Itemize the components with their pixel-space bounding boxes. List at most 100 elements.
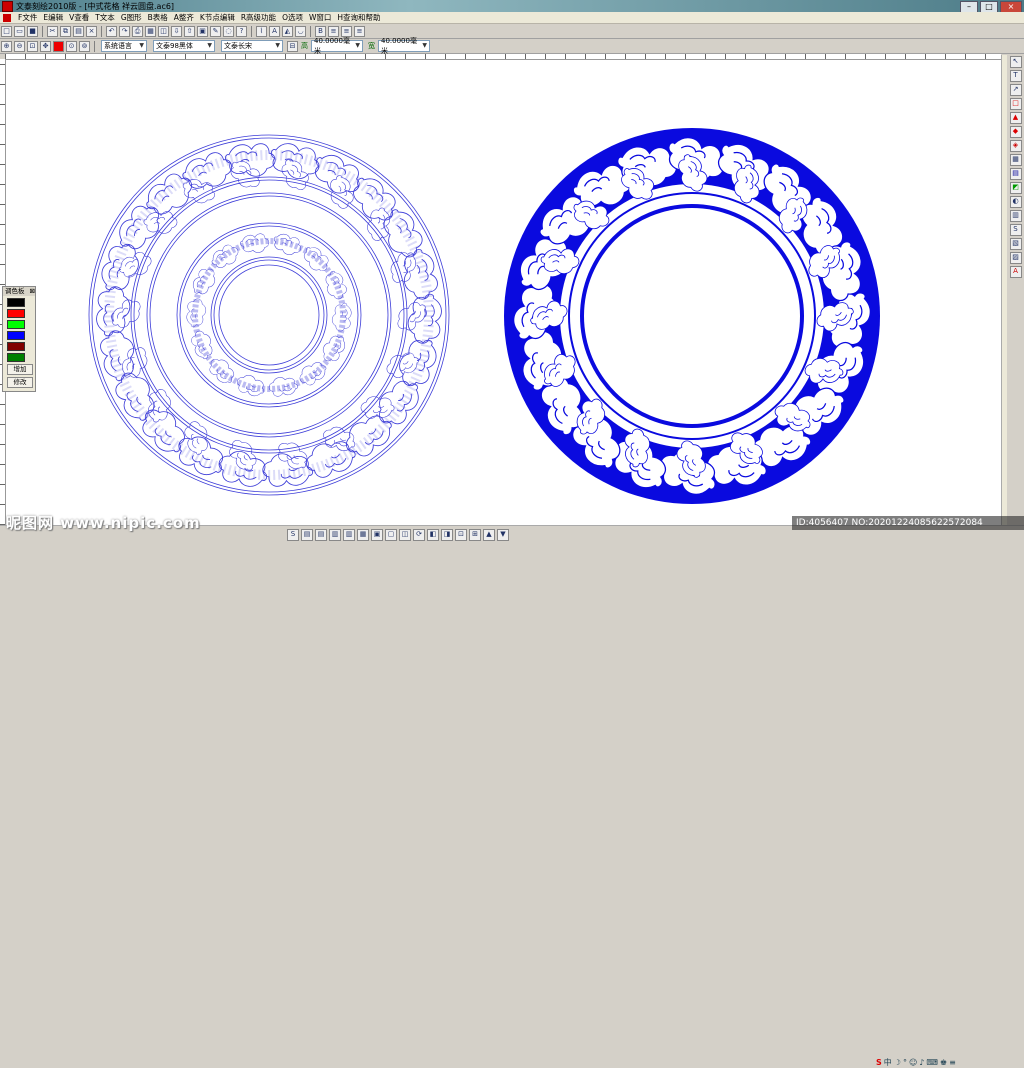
text-tool-icon[interactable]: T [1009,70,1022,82]
swatch-maroon[interactable] [7,342,25,351]
align-right-icon[interactable]: ▤ [315,529,327,541]
distribute-icon[interactable]: ▦ [357,529,369,541]
menu-node-edit[interactable]: K节点编辑 [197,12,238,23]
combine-icon[interactable]: ◧ [427,529,439,541]
print-preview-icon[interactable]: ▦ [145,25,156,37]
align-right-icon[interactable]: ≡ [354,25,365,37]
menu-edit[interactable]: E编辑 [40,12,66,23]
group-icon[interactable]: ▣ [371,529,383,541]
layer-icon[interactable]: ▥ [1009,210,1022,222]
ime-menu-icon[interactable]: ≡ [949,1058,956,1067]
drawing-canvas[interactable] [6,60,1001,525]
node-tool-icon[interactable]: ↗ [1009,84,1022,96]
copy-icon[interactable]: ⧉ [60,25,71,37]
image-icon[interactable]: ▣ [197,25,208,37]
weed-icon[interactable]: ▧ [1009,238,1022,250]
rotate-icon[interactable]: ⟳ [413,529,425,541]
swatch-green[interactable] [7,320,25,329]
menu-window[interactable]: W窗口 [306,12,334,23]
shadow-icon[interactable]: ◭ [282,25,293,37]
menu-view[interactable]: V查看 [66,12,92,23]
menu-help[interactable]: H查询和帮助 [334,12,383,23]
font-select[interactable]: 文泰98黑体 ▼ [153,40,215,52]
ime-mic-icon[interactable]: ♪ [919,1058,924,1067]
text-effect-icon[interactable]: A [1009,266,1022,278]
import-icon[interactable]: ⇩ [171,25,182,37]
ime-logo-icon[interactable]: S [876,1058,882,1067]
open-icon[interactable]: ▭ [14,25,25,37]
style-select[interactable]: 文泰长宋 ▼ [221,40,283,52]
unlock-object-icon[interactable]: ⊞ [469,529,481,541]
back-icon[interactable]: ▼ [497,529,509,541]
save-icon[interactable]: ■ [27,25,38,37]
menu-graphics[interactable]: G图形 [118,12,145,23]
print-icon[interactable]: ⎙ [132,25,143,37]
height-input[interactable]: 40.0000毫米 ▼ [311,37,363,55]
export-icon[interactable]: ⇧ [184,25,195,37]
lock-icon[interactable]: ⊟ [287,40,298,52]
add-color-button[interactable]: 增加 [7,364,33,375]
ime-skin-icon[interactable]: ♚ [940,1058,947,1067]
fill-icon[interactable]: ▲ [1009,112,1022,124]
ime-chinese-icon[interactable]: 中 [884,1057,892,1068]
ime-emoji-icon[interactable]: ☺ [909,1058,917,1067]
new-icon[interactable]: □ [1,25,12,37]
menu-options[interactable]: O选项 [279,12,306,23]
ungroup-icon[interactable]: ▢ [385,529,397,541]
swatch-darkgreen[interactable] [7,353,25,362]
cut-plot-icon[interactable]: ◫ [158,25,169,37]
transform-icon[interactable]: ◈ [1009,140,1022,152]
align-top-icon[interactable]: ▥ [329,529,341,541]
bitmap-icon[interactable]: ◐ [1009,196,1022,208]
pan-icon[interactable]: ✥ [40,40,51,52]
zoom-out-icon[interactable]: ⊖ [14,40,25,52]
split-icon[interactable]: ◨ [441,529,453,541]
align-icon[interactable]: ▨ [1009,252,1022,264]
brush-icon[interactable]: ✎ [210,25,221,37]
menu-file[interactable]: F文件 [15,12,40,23]
align-bottom-icon[interactable]: ▥ [343,529,355,541]
delete-icon[interactable]: × [86,25,97,37]
align-left-icon[interactable]: ≡ [328,25,339,37]
palette-icon[interactable]: ◩ [1009,182,1022,194]
close-icon[interactable]: ⊠ [30,287,35,296]
bold-icon[interactable]: B [315,25,326,37]
rectangle-icon[interactable]: □ [1009,98,1022,110]
zoom-in-icon[interactable]: ⊕ [1,40,12,52]
zoom-all-icon[interactable]: ⊚ [79,40,90,52]
menu-table[interactable]: B表格 [145,12,171,23]
filled-plate[interactable] [504,128,880,504]
align-left-icon[interactable]: ▤ [301,529,313,541]
shape-icon[interactable]: ◆ [1009,126,1022,138]
ime-punct-icon[interactable]: ° [903,1058,907,1067]
menu-advanced[interactable]: R高级功能 [238,12,279,23]
swatch-blue[interactable] [7,331,25,340]
cut-icon[interactable]: ✂ [47,25,58,37]
table-icon[interactable]: ▤ [1009,168,1022,180]
help-icon[interactable]: ? [236,25,247,37]
grid-icon[interactable]: ▦ [1009,154,1022,166]
contour-tool-icon[interactable]: S [287,529,299,541]
arc-text-icon[interactable]: ◡ [295,25,306,37]
swatch-black[interactable] [7,298,25,307]
align-center-icon[interactable]: ≡ [341,25,352,37]
color-icon[interactable] [53,40,64,52]
lock-object-icon[interactable]: ⊡ [455,529,467,541]
ime-keyboard-icon[interactable]: ⌨ [926,1058,938,1067]
redo-icon[interactable]: ↷ [119,25,130,37]
front-icon[interactable]: ▲ [483,529,495,541]
contour-icon[interactable]: S [1009,224,1022,236]
swatch-red[interactable] [7,309,25,318]
bulb-icon[interactable]: ◌ [223,25,234,37]
mirror-icon[interactable]: ◫ [399,529,411,541]
undo-icon[interactable]: ↶ [106,25,117,37]
zoom-fit-icon[interactable]: ⊙ [66,40,77,52]
language-select[interactable]: 系统语言 ▼ [101,40,147,52]
modify-color-button[interactable]: 修改 [7,377,33,388]
pointer-icon[interactable]: ↖ [1009,56,1022,68]
width-input[interactable]: 40.0000毫米 ▼ [378,37,430,55]
menu-arrange[interactable]: A整齐 [171,12,197,23]
effect-icon[interactable]: ⌇ [256,25,267,37]
ime-moon-icon[interactable]: ☽ [894,1058,901,1067]
outline-plate[interactable] [88,134,450,496]
